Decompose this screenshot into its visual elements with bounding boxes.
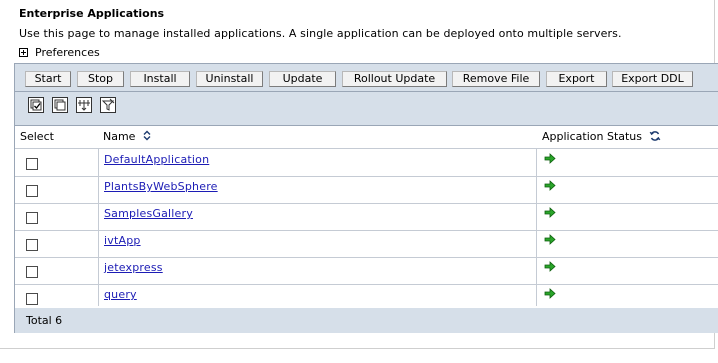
started-arrow-icon bbox=[544, 153, 556, 164]
application-link[interactable]: DefaultApplication bbox=[104, 153, 209, 166]
application-link[interactable]: SamplesGallery bbox=[104, 207, 193, 220]
table-icon-toolbar bbox=[15, 92, 718, 126]
total-count: Total 6 bbox=[26, 314, 63, 327]
preferences-toggle[interactable]: Preferences bbox=[19, 46, 100, 59]
applications-panel: Start Stop Install Uninstall Update Roll… bbox=[14, 63, 718, 333]
row-select-checkbox[interactable] bbox=[26, 239, 38, 251]
row-select-checkbox[interactable] bbox=[26, 293, 38, 305]
export-ddl-button[interactable]: Export DDL bbox=[612, 71, 693, 87]
uninstall-button[interactable]: Uninstall bbox=[196, 71, 263, 87]
table-row: DefaultApplication bbox=[15, 149, 718, 177]
application-link[interactable]: ivtApp bbox=[104, 234, 141, 247]
started-arrow-icon bbox=[544, 180, 556, 191]
application-link[interactable]: PlantsByWebSphere bbox=[104, 180, 218, 193]
update-button[interactable]: Update bbox=[269, 71, 336, 87]
table-header: Select Name Application Status bbox=[15, 126, 718, 149]
column-header-name[interactable]: Name bbox=[103, 130, 152, 143]
export-button[interactable]: Export bbox=[546, 71, 607, 87]
rollout-update-button[interactable]: Rollout Update bbox=[342, 71, 447, 87]
application-link[interactable]: jetexpress bbox=[104, 261, 163, 274]
table-footer: Total 6 bbox=[15, 308, 718, 333]
page-description: Use this page to manage installed applic… bbox=[19, 27, 622, 40]
row-select-checkbox[interactable] bbox=[26, 212, 38, 224]
start-button[interactable]: Start bbox=[25, 71, 71, 87]
clear-filter-icon[interactable] bbox=[100, 97, 116, 113]
column-header-select: Select bbox=[20, 130, 54, 143]
frame-border-bottom bbox=[0, 348, 715, 349]
row-select-checkbox[interactable] bbox=[26, 185, 38, 197]
preferences-label[interactable]: Preferences bbox=[35, 46, 100, 59]
remove-file-button[interactable]: Remove File bbox=[452, 71, 540, 87]
deselect-all-icon[interactable] bbox=[52, 97, 68, 113]
started-arrow-icon bbox=[544, 288, 556, 299]
button-toolbar: Start Stop Install Uninstall Update Roll… bbox=[15, 64, 718, 92]
column-header-status-label: Application Status bbox=[542, 130, 643, 143]
select-all-icon[interactable] bbox=[28, 97, 44, 113]
table-row: SamplesGallery bbox=[15, 203, 718, 231]
started-arrow-icon bbox=[544, 261, 556, 272]
column-header-status: Application Status bbox=[542, 130, 661, 143]
started-arrow-icon bbox=[544, 234, 556, 245]
started-arrow-icon bbox=[544, 207, 556, 218]
page-title: Enterprise Applications bbox=[19, 7, 165, 20]
expand-plus-icon[interactable] bbox=[19, 48, 28, 57]
table-row: PlantsByWebSphere bbox=[15, 176, 718, 204]
column-header-name-label[interactable]: Name bbox=[103, 130, 135, 143]
install-button[interactable]: Install bbox=[130, 71, 190, 87]
refresh-icon[interactable] bbox=[649, 130, 661, 142]
table-row: jetexpress bbox=[15, 257, 718, 285]
application-link[interactable]: query bbox=[104, 288, 137, 301]
sort-icon[interactable] bbox=[142, 130, 152, 141]
row-select-checkbox[interactable] bbox=[26, 158, 38, 170]
stop-button[interactable]: Stop bbox=[77, 71, 124, 87]
table-row: ivtApp bbox=[15, 230, 718, 258]
row-select-checkbox[interactable] bbox=[26, 266, 38, 278]
show-filter-icon[interactable] bbox=[76, 97, 92, 113]
